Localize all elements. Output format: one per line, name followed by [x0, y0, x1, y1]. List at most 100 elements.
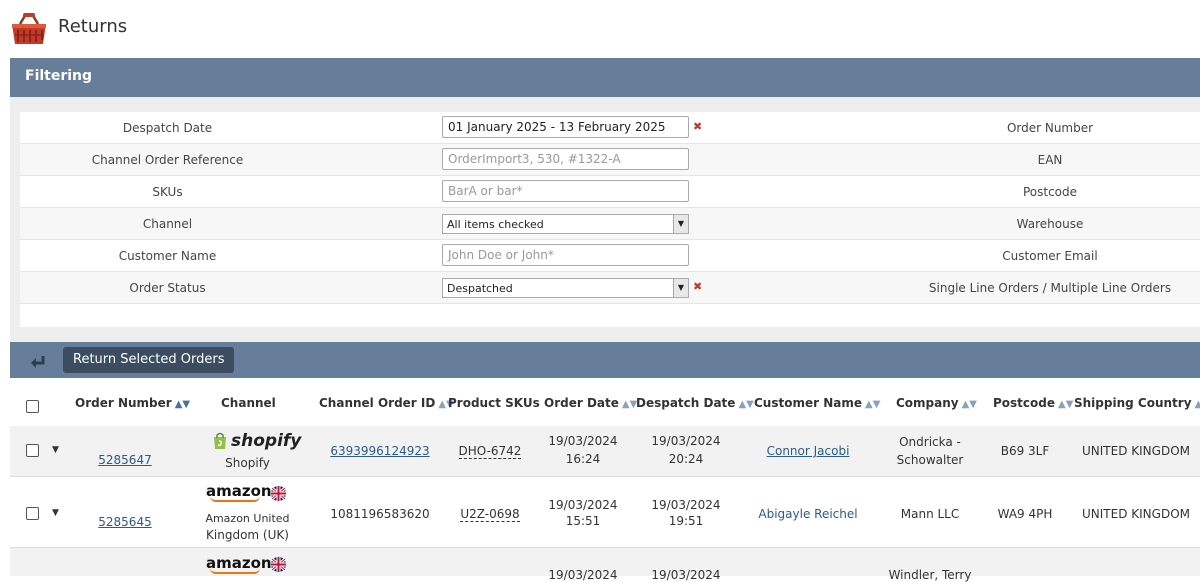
customer-name-input[interactable]: John Doe or John*: [442, 244, 689, 266]
column-header-channel[interactable]: Channel: [221, 396, 276, 410]
order-time: 15:51: [565, 514, 601, 528]
order-date: 19/03/2024: [548, 568, 618, 582]
despatch-date: 19/03/2024: [651, 568, 721, 582]
chevron-down-icon[interactable]: ▼: [673, 215, 688, 233]
sort-icon: ▲▼: [621, 399, 638, 410]
filter-row-order-status: Order Status Despatched ▼ ✖ Single Line …: [20, 272, 1200, 304]
table-row[interactable]: ▼ 5285645 amazon Amazon United Kingdom (…: [10, 477, 1200, 548]
column-header-product-skus[interactable]: Product SKUs: [448, 396, 540, 410]
channel-name: Kingdom (UK): [206, 528, 289, 542]
filter-table: Despatch Date 01 January 2025 - 13 Febru…: [20, 112, 1200, 327]
channel-order-id-link[interactable]: 6393996124923: [330, 444, 429, 458]
order-status-select-value: Despatched: [447, 282, 513, 295]
column-header-order-number[interactable]: Order Number ▲▼: [75, 396, 190, 410]
postcode: B69 3LF: [1000, 444, 1050, 458]
filter-label: Channel: [142, 217, 193, 231]
filter-label-warehouse: Warehouse: [1016, 217, 1084, 231]
return-arrow-icon: [31, 356, 45, 368]
select-all-checkbox[interactable]: [26, 400, 39, 413]
column-header-shipping-country[interactable]: Shipping Country▲▼: [1074, 396, 1200, 410]
filter-label-customer-email: Customer Email: [1002, 249, 1098, 263]
customer-name-link[interactable]: Connor Jacobi: [767, 444, 850, 458]
table-row[interactable]: ▼ 5285647 shopify Shopify 6393996124923 …: [10, 426, 1200, 477]
page-header: Returns: [0, 0, 1200, 58]
filter-label-order-number: Order Number: [1006, 121, 1094, 135]
return-selected-orders-button[interactable]: Return Selected Orders: [63, 347, 235, 373]
filter-row-channel: Channel All items checked ▼ Warehouse: [20, 208, 1200, 240]
sort-icon: ▲▼: [738, 399, 754, 410]
filter-label: Order Status: [129, 281, 206, 295]
skus-input[interactable]: BarA or bar*: [442, 180, 689, 202]
clear-icon[interactable]: ✖: [693, 280, 702, 293]
sort-icon: ▲▼: [865, 399, 881, 410]
channel-select[interactable]: All items checked ▼: [442, 214, 689, 234]
company-name: Schowalter: [896, 453, 964, 467]
column-header-despatch-date[interactable]: Despatch Date ▲▼: [636, 396, 754, 410]
shipping-country: UNITED KINGDOM: [1082, 507, 1190, 521]
sort-icon: ▲▼: [961, 399, 977, 410]
despatch-time: 19:51: [668, 514, 704, 528]
channel-name: Amazon United: [205, 512, 290, 525]
clear-icon[interactable]: ✖: [693, 120, 702, 133]
uk-flag-icon: [271, 557, 286, 572]
filter-row-despatch-date: Despatch Date 01 January 2025 - 13 Febru…: [20, 112, 1200, 144]
order-number-link[interactable]: 5285647: [98, 453, 151, 467]
shipping-country: UNITED KINGDOM: [1082, 444, 1190, 458]
filter-label: SKUs: [152, 185, 183, 199]
page-title: Returns: [58, 16, 128, 37]
company-name: Ondricka -: [899, 435, 961, 449]
amazon-smile-icon: [210, 496, 260, 502]
filter-row-customer-name: Customer Name John Doe or John* Customer…: [20, 240, 1200, 272]
despatch-date: 19/03/2024: [651, 434, 721, 448]
filter-label: Channel Order Reference: [91, 153, 244, 167]
column-header-postcode[interactable]: Postcode ▲▼: [993, 396, 1073, 410]
filter-label-ean: EAN: [1037, 153, 1063, 167]
channel-order-id: 1081196583620: [330, 507, 430, 521]
sort-icon: ▲▼: [1058, 399, 1074, 410]
customer-name[interactable]: Abigayle Reichel: [748, 507, 868, 521]
channel-name: Shopify: [225, 456, 270, 470]
product-sku[interactable]: DHO-6742: [458, 444, 522, 459]
filter-label-line-orders: Single Line Orders / Multiple Line Order…: [928, 281, 1172, 295]
column-header-customer-name[interactable]: Customer Name ▲▼: [754, 396, 880, 410]
order-number-link[interactable]: 5285645: [98, 515, 151, 529]
channel-order-reference-input[interactable]: OrderImport3, 530, #1322-A: [442, 148, 689, 170]
company-name: Mann LLC: [900, 507, 960, 521]
sort-icon: ▲▼: [174, 399, 191, 410]
column-header-company[interactable]: Company ▲▼: [896, 396, 977, 410]
orders-table-header: Order Number ▲▼ Channel Channel Order ID ▲…: [10, 378, 1200, 426]
table-row[interactable]: amazon 19/03/2024 19/03/2024 Windler, Te…: [10, 548, 1200, 582]
filter-label: Customer Name: [118, 249, 217, 263]
expand-chevron-icon[interactable]: ▼: [52, 445, 59, 455]
order-date: 19/03/2024: [548, 434, 618, 448]
chevron-down-icon[interactable]: ▼: [673, 279, 688, 297]
orders-toolbar: Return Selected Orders: [10, 342, 1200, 378]
filtering-title: Filtering: [25, 68, 93, 84]
column-header-channel-order-id[interactable]: Channel Order ID ▲▼: [319, 396, 454, 410]
row-checkbox[interactable]: [26, 507, 39, 520]
order-date: 19/03/2024: [548, 498, 618, 512]
filter-row-skus: SKUs BarA or bar* Postcode: [20, 176, 1200, 208]
expand-chevron-icon[interactable]: ▼: [52, 508, 59, 518]
filter-label: Despatch Date: [122, 121, 213, 135]
uk-flag-icon: [271, 486, 286, 501]
product-sku[interactable]: U2Z-0698: [460, 507, 520, 522]
company-name: Windler, Terry: [888, 568, 972, 582]
sort-icon: ▲▼: [1194, 399, 1200, 410]
row-checkbox[interactable]: [26, 444, 39, 457]
basket-icon: [12, 13, 46, 44]
despatch-date-range-input[interactable]: 01 January 2025 - 13 February 2025: [442, 116, 689, 138]
amazon-smile-icon: [210, 568, 260, 574]
postcode: WA9 4PH: [997, 507, 1053, 521]
filtering-header[interactable]: Filtering: [10, 58, 1200, 97]
despatch-date: 19/03/2024: [651, 498, 721, 512]
shopify-bag-icon: [214, 432, 226, 449]
filter-label-postcode: Postcode: [1022, 185, 1078, 199]
order-status-select[interactable]: Despatched ▼: [442, 278, 689, 298]
filter-row-channel-order-reference: Channel Order Reference OrderImport3, 53…: [20, 144, 1200, 176]
order-time: 16:24: [565, 452, 601, 466]
column-header-order-date[interactable]: Order Date ▲▼: [544, 396, 637, 410]
despatch-time: 20:24: [668, 452, 704, 466]
shopify-logo: shopify: [231, 431, 302, 451]
channel-select-value: All items checked: [447, 218, 544, 231]
